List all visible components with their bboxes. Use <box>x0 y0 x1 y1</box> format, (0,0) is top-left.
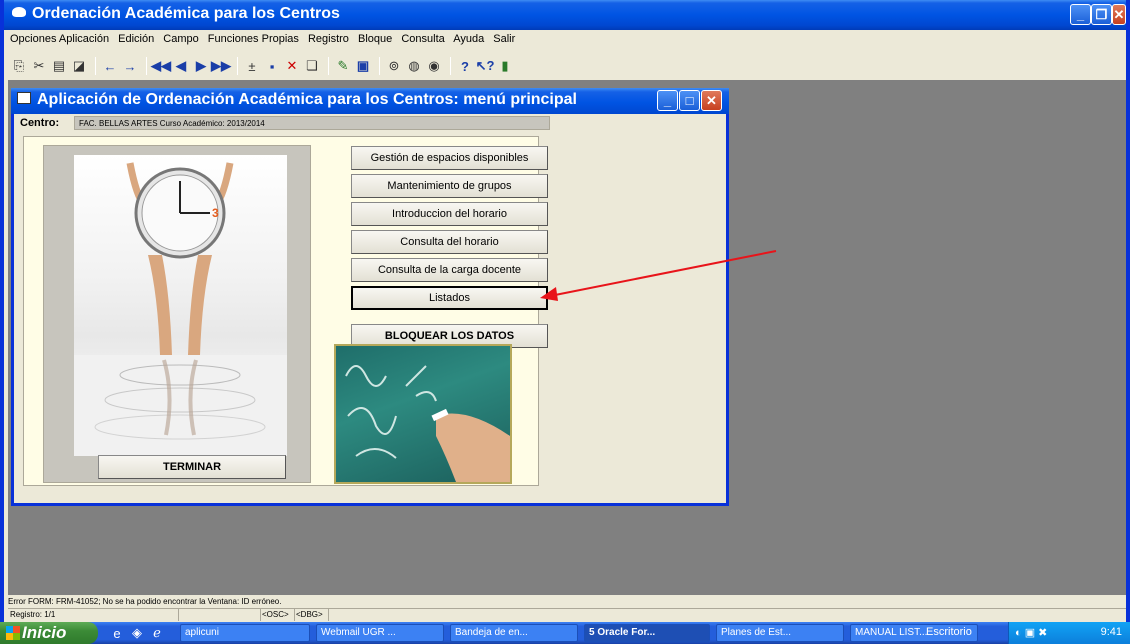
inner-title: Aplicación de Ordenación Académica para … <box>37 91 577 108</box>
toolbar-separator <box>450 57 451 75</box>
menu-consulta[interactable]: Consulta <box>401 33 444 45</box>
listados-button[interactable]: Listados <box>351 286 548 310</box>
escritorio-toolbar[interactable]: Escritorio <box>926 626 972 638</box>
monitor-icon[interactable]: ▣ <box>354 57 372 75</box>
close-button[interactable]: ✕ <box>1112 4 1126 25</box>
toolbar-separator <box>95 57 96 75</box>
query-enter-icon[interactable]: ◍ <box>405 57 423 75</box>
menu-opciones-aplicacion[interactable]: Opciones Aplicación <box>10 33 109 45</box>
taskbar-task[interactable]: aplicuni <box>180 624 310 642</box>
toolbar: ⎘ ✂ ▤ ◪ ← → ◀◀ ◀ ▶ ▶▶ ± ▪ ✕ ❏ ✎ ▣ ⊚ ◍ ◉ … <box>4 50 1126 78</box>
clock: 9:41 <box>1100 626 1122 638</box>
taskbar-task-active[interactable]: 5 Oracle For... <box>584 624 710 642</box>
duplicate-icon[interactable]: ❏ <box>303 57 321 75</box>
clear-icon[interactable]: ◪ <box>70 57 88 75</box>
quicklaunch-icon[interactable]: ◈ <box>128 624 146 642</box>
photo-frame: 3 <box>43 145 311 483</box>
toolbar-separator <box>328 57 329 75</box>
first-record-icon[interactable]: ◀◀ <box>151 57 171 75</box>
status-divider <box>260 609 261 621</box>
centro-field[interactable]: FAC. BELLAS ARTES Curso Académico: 2013/… <box>74 116 550 130</box>
status-bar: Registro: 1/1 <OSC> <DBG> <box>8 608 1126 621</box>
clock-hands-image: 3 <box>74 155 287 456</box>
save-icon[interactable]: ▪ <box>263 57 281 75</box>
error-status: Error FORM: FRM-41052; No se ha podido e… <box>8 597 1126 608</box>
taskbar-task[interactable]: Webmail UGR ... <box>316 624 444 642</box>
insert-icon[interactable]: ± <box>243 57 261 75</box>
app-window: Ordenación Académica para los Centros _ … <box>0 0 1130 622</box>
menu-campo[interactable]: Campo <box>163 33 198 45</box>
inner-maximize-button[interactable]: □ <box>679 90 700 111</box>
arrow-left-icon[interactable]: ← <box>101 57 119 75</box>
consulta-carga-docente-button[interactable]: Consulta de la carga docente <box>351 258 548 282</box>
arrow-right-icon[interactable]: → <box>121 57 139 75</box>
introduccion-horario-button[interactable]: Introduccion del horario <box>351 202 548 226</box>
delete-icon[interactable]: ✕ <box>283 57 301 75</box>
ie-browser-icon[interactable]: ℯ <box>148 624 166 642</box>
start-label: Inicio <box>22 623 67 642</box>
menu-salir[interactable]: Salir <box>493 33 515 45</box>
ie-quicklaunch-icon[interactable]: e <box>108 624 126 642</box>
context-help-icon[interactable]: ↖? <box>476 57 495 75</box>
binoculars-icon[interactable]: ⊚ <box>385 57 403 75</box>
chalkboard-illustration <box>345 365 510 482</box>
taskbar: Inicio e ◈ ℯ aplicuni Webmail UGR ... Ba… <box>0 622 1130 644</box>
tray-icons: ◐ ▣ ✖ <box>1015 627 1048 639</box>
svg-text:3: 3 <box>212 206 219 220</box>
next-record-icon[interactable]: ▶ <box>192 57 210 75</box>
taskbar-task[interactable]: Planes de Est... <box>716 624 844 642</box>
mdi-workspace: Aplicación de Ordenación Académica para … <box>8 80 1126 595</box>
toolbar-separator <box>237 57 238 75</box>
main-menu-window: Aplicación de Ordenación Académica para … <box>11 88 729 506</box>
minimize-button[interactable]: _ <box>1070 4 1091 25</box>
prev-record-icon[interactable]: ◀ <box>172 57 190 75</box>
registro-status: Registro: 1/1 <box>10 610 56 619</box>
system-tray: ◐ ▣ ✖ 9:41 <box>1008 622 1130 644</box>
inner-titlebar: Aplicación de Ordenación Académica para … <box>11 88 729 114</box>
centro-label: Centro: <box>20 117 60 129</box>
menu-registro[interactable]: Registro <box>308 33 349 45</box>
windows-logo-icon <box>6 626 20 640</box>
copy-icon[interactable]: ⎘ <box>10 57 28 75</box>
taskbar-task[interactable]: Bandeja de en... <box>450 624 578 642</box>
inner-minimize-button[interactable]: _ <box>657 90 678 111</box>
paste-icon[interactable]: ▤ <box>50 57 68 75</box>
menu-bloque[interactable]: Bloque <box>358 33 392 45</box>
status-divider <box>178 609 179 621</box>
restore-button[interactable]: ❐ <box>1091 4 1112 25</box>
toolbar-separator <box>146 57 147 75</box>
exit-icon[interactable]: ▮ <box>496 57 514 75</box>
clock-illustration: 3 <box>74 162 287 456</box>
edit-icon[interactable]: ✎ <box>334 57 352 75</box>
menu-ayuda[interactable]: Ayuda <box>453 33 484 45</box>
start-button[interactable]: Inicio <box>0 622 98 644</box>
status-divider <box>294 609 295 621</box>
mantenimiento-grupos-button[interactable]: Mantenimiento de grupos <box>351 174 548 198</box>
help-icon[interactable]: ? <box>456 57 474 75</box>
consulta-horario-button[interactable]: Consulta del horario <box>351 230 548 254</box>
app-icon <box>12 7 26 17</box>
last-record-icon[interactable]: ▶▶ <box>211 57 231 75</box>
menu-funciones-propias[interactable]: Funciones Propias <box>208 33 299 45</box>
cut-icon[interactable]: ✂ <box>30 57 48 75</box>
chalkboard-image <box>334 344 512 484</box>
osc-status: <OSC> <box>262 610 289 619</box>
main-panel: 3 TERMINAR Gestión de espacios disponibl… <box>23 136 548 486</box>
toolbar-separator <box>379 57 380 75</box>
gestion-espacios-button[interactable]: Gestión de espacios disponibles <box>351 146 548 170</box>
terminar-button[interactable]: TERMINAR <box>98 455 286 479</box>
app-title: Ordenación Académica para los Centros <box>32 5 340 22</box>
dbg-status: <DBG> <box>296 610 323 619</box>
form-icon <box>17 92 31 104</box>
menubar: Opciones Aplicación Edición Campo Funcio… <box>4 30 1126 50</box>
inner-close-button[interactable]: ✕ <box>701 90 722 111</box>
app-titlebar: Ordenación Académica para los Centros _ … <box>4 0 1126 30</box>
status-divider <box>328 609 329 621</box>
menu-edicion[interactable]: Edición <box>118 33 154 45</box>
query-execute-icon[interactable]: ◉ <box>425 57 443 75</box>
